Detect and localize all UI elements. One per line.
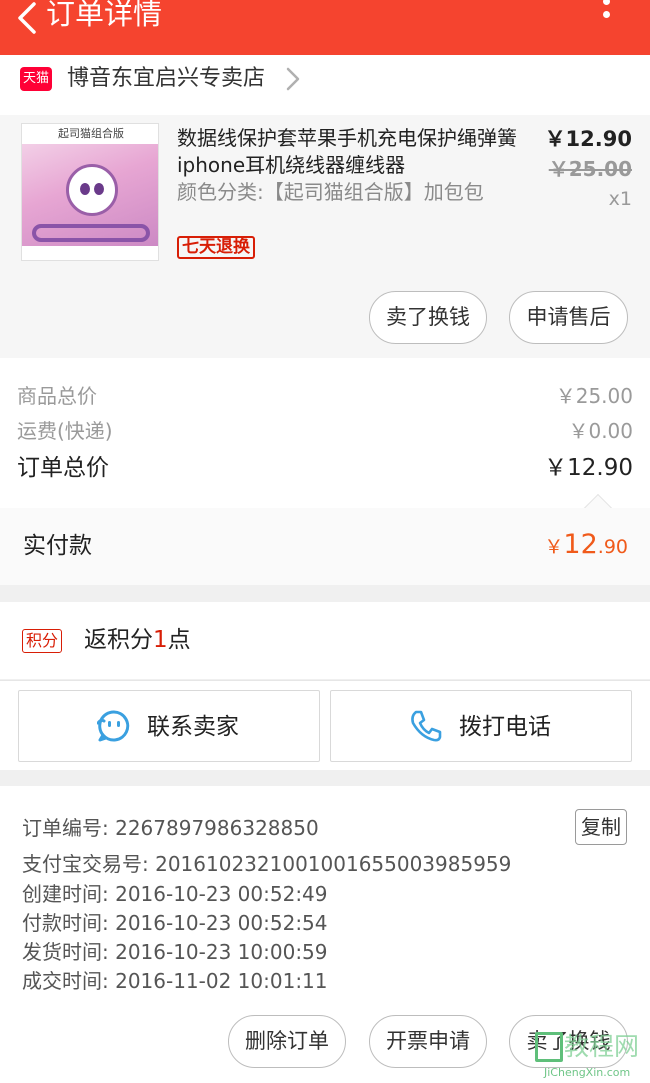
resell-button[interactable]: 卖了换钱 [369, 291, 487, 344]
points-number: 1 [153, 627, 168, 653]
product-illustration [66, 164, 118, 216]
paid-label: 实付款 [23, 533, 92, 559]
paid-currency: ￥ [544, 536, 564, 558]
shop-name: 博音东宜启兴专卖店 [67, 66, 266, 91]
invoice-request-button[interactable]: 开票申请 [369, 1015, 487, 1068]
delete-order-button[interactable]: 删除订单 [228, 1015, 346, 1068]
contact-seller-label: 联系卖家 [147, 714, 239, 740]
shipping-value: ￥0.00 [568, 419, 633, 443]
product-quantity: x1 [608, 188, 632, 210]
product-sku: 颜色分类:【起司猫组合版】加包包 [177, 180, 484, 204]
order-total-value: ￥12.90 [544, 455, 633, 481]
order-item[interactable]: 起司猫组合版 数据线保护套苹果手机充电保护绳弹簧iphone耳机绕线器缠线器 颜… [0, 115, 650, 358]
more-dot [603, 0, 610, 5]
points-text: 返积分1点 [84, 625, 191, 655]
watermark-logo: 教程网 JiChengXin.com [532, 1030, 650, 1083]
shipped-time: 发货时间: 2016-10-23 10:00:59 [22, 940, 328, 964]
paid-time: 付款时间: 2016-10-23 00:52:54 [22, 911, 328, 935]
order-number: 订单编号: 2267897986328850 [22, 816, 319, 840]
watermark-text: 教程网 [564, 1032, 640, 1061]
copy-button[interactable]: 复制 [575, 809, 627, 845]
product-illustration [22, 246, 158, 260]
return-policy-tag: 七天退换 [177, 236, 255, 259]
paid-amount: ￥12.90 [544, 528, 628, 565]
points-badge: 积分 [22, 629, 63, 653]
points-suffix: 点 [167, 627, 191, 653]
call-button[interactable]: 拨打电话 [330, 690, 632, 762]
watermark-icon [535, 1032, 563, 1062]
product-original-price: ￥25.00 [548, 157, 632, 181]
product-price: ￥12.90 [544, 127, 632, 151]
paid-integer: 12 [563, 529, 598, 560]
points-row: 积分 返积分1点 [0, 602, 650, 679]
paid-amount-row: 实付款 ￥12.90 [0, 508, 650, 585]
product-image[interactable]: 起司猫组合版 [21, 123, 159, 261]
back-button[interactable] [12, 2, 42, 34]
more-dot [603, 11, 610, 18]
order-total-label: 订单总价 [17, 455, 109, 481]
top-bar: 订单详情 [0, 0, 650, 55]
shop-row[interactable]: 天猫 博音东宜启兴专卖店 [0, 55, 650, 115]
after-sales-button[interactable]: 申请售后 [509, 291, 628, 344]
goods-total-label: 商品总价 [17, 384, 97, 408]
tmall-logo: 天猫 [20, 67, 52, 91]
shipping-label: 运费(快递) [17, 419, 113, 443]
points-prefix: 返积分 [84, 627, 153, 653]
created-time: 创建时间: 2016-10-23 00:52:49 [22, 882, 328, 906]
paid-decimal: .90 [597, 536, 628, 558]
watermark-url: JiChengXin.com [544, 1066, 631, 1079]
product-title: 数据线保护套苹果手机充电保护绳弹簧iphone耳机绕线器缠线器 [177, 126, 517, 177]
product-image-caption: 起司猫组合版 [22, 124, 158, 144]
contact-seller-button[interactable]: 联系卖家 [18, 690, 320, 762]
chevron-left-icon [18, 2, 36, 34]
call-label: 拨打电话 [459, 714, 551, 740]
phone-icon [411, 710, 442, 742]
price-summary: 商品总价 ￥25.00 运费(快递) ￥0.00 订单总价 ￥12.90 [0, 358, 650, 523]
chat-face-icon [97, 710, 130, 742]
completed-time: 成交时间: 2016-11-02 10:01:11 [22, 969, 328, 993]
page-title: 订单详情 [46, 0, 163, 31]
contact-actions: 联系卖家 拨打电话 [0, 680, 650, 770]
product-illustration [32, 224, 150, 242]
goods-total-value: ￥25.00 [555, 384, 633, 408]
alipay-trade-number: 支付宝交易号: 2016102321001001655003985959 [22, 852, 512, 876]
chevron-right-icon [286, 67, 300, 91]
